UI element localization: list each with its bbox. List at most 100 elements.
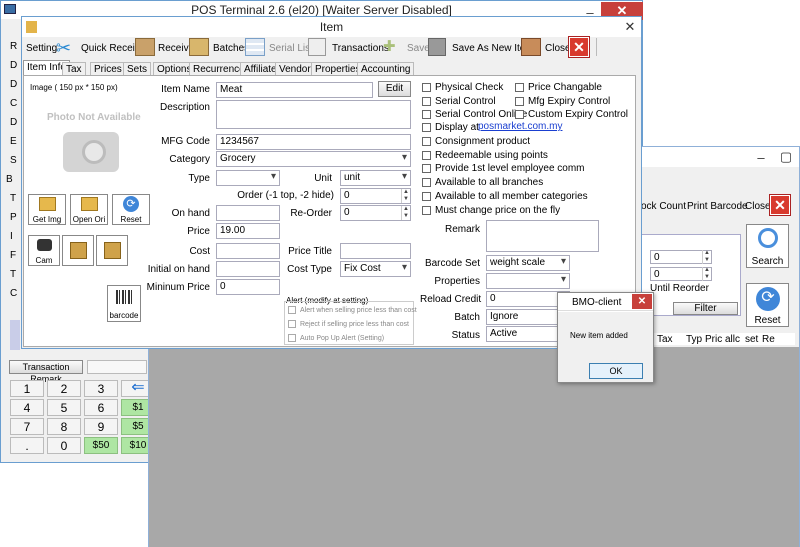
minimum-price-input[interactable]: 0 (216, 279, 280, 295)
key-0[interactable]: 0 (47, 437, 81, 454)
key-6[interactable]: 6 (84, 399, 118, 416)
all-member-categories-checkbox[interactable]: Available to all member categories (422, 191, 588, 202)
transactions-button[interactable]: Transactions (332, 43, 389, 55)
item-name-input[interactable]: Meat (216, 82, 373, 98)
category-select[interactable]: Grocery (216, 151, 411, 167)
key-9[interactable]: 9 (84, 418, 118, 435)
open-ori-button[interactable]: Open Ori (70, 194, 108, 225)
mfg-code-input[interactable]: 1234567 (216, 134, 411, 150)
properties-select[interactable] (486, 273, 570, 289)
dialog-close-button[interactable]: ✕ (632, 294, 652, 309)
price-changable-checkbox[interactable]: Price Changable (515, 82, 602, 93)
custom-expiry-checkbox[interactable]: Custom Expiry Control (515, 109, 628, 120)
photo-not-available: Photo Not Available (47, 112, 141, 123)
key-2[interactable]: 2 (47, 380, 81, 397)
checkbox-box (515, 110, 524, 119)
key-1[interactable]: 1 (10, 380, 44, 397)
serial-control-online-checkbox[interactable]: Serial Control Online (422, 109, 527, 120)
consignment-checkbox[interactable]: Consignment product (422, 136, 530, 147)
barcode-button[interactable]: barcode (107, 285, 141, 322)
serial-control-checkbox[interactable]: Serial Control (422, 96, 496, 107)
display-at-link[interactable]: posmarket.com.my (478, 121, 562, 133)
serial-list-button[interactable]: Serial List (269, 43, 313, 55)
must-change-price-checkbox[interactable]: Must change price on the fly (422, 205, 560, 216)
barcode-set-select[interactable]: weight scale (486, 255, 570, 271)
mfg-expiry-checkbox[interactable]: Mfg Expiry Control (515, 96, 610, 107)
cost-type-select[interactable]: Fix Cost (340, 261, 411, 277)
employee-comm-checkbox[interactable]: Provide 1st level employee comm (422, 163, 585, 174)
key-3[interactable]: 3 (84, 380, 118, 397)
stock-maximize-button[interactable]: ▢ (773, 147, 799, 167)
alert-when-less-checkbox[interactable]: Alert when selling price less than cost (288, 306, 417, 314)
image-reset-button[interactable]: ⟳ Reset (112, 194, 150, 225)
stock-spin-2[interactable]: ▲ ▼ (702, 267, 711, 281)
alert-item-text: Reject if selling price less than cost (300, 320, 409, 328)
item-close-button[interactable]: ✕ (619, 17, 641, 37)
left-letter: D (10, 60, 18, 71)
setting-button[interactable]: Setting (26, 43, 57, 55)
transaction-remark-button[interactable]: Transaction Remark (9, 360, 83, 384)
display-at-checkbox[interactable]: Display at (422, 122, 479, 133)
stock-grid[interactable] (149, 347, 799, 547)
floppy-icon[interactable] (428, 38, 446, 56)
stock-minimize-button[interactable]: – (749, 147, 773, 167)
unit-select[interactable]: unit (340, 170, 411, 186)
get-img-button[interactable]: Get Img (28, 194, 66, 225)
tab-prices[interactable]: Prices (90, 62, 126, 76)
physical-check-checkbox[interactable]: Physical Check (422, 82, 503, 93)
tab-accounting[interactable]: Accounting (357, 62, 415, 76)
key-7[interactable]: 7 (10, 418, 44, 435)
edit-button[interactable]: Edit (378, 81, 411, 97)
stock-close-icon[interactable]: ✕ (770, 195, 790, 215)
price-title-input[interactable] (340, 243, 411, 259)
tab-vendor[interactable]: Vendor (275, 62, 315, 76)
image-tool-button-1[interactable] (62, 235, 94, 266)
batches-button[interactable]: Batches (213, 43, 249, 55)
remark-input[interactable] (486, 220, 599, 252)
remark-field[interactable] (87, 360, 147, 374)
close-button-label[interactable]: Close (545, 43, 571, 55)
search-button[interactable]: Search (746, 224, 789, 268)
stock-reset-button[interactable]: ⟳ Reset (746, 283, 789, 327)
tab-tax[interactable]: Tax (62, 62, 86, 76)
key-5[interactable]: 5 (47, 399, 81, 416)
tools-icon[interactable]: ✂ (56, 38, 76, 58)
description-label: Description (159, 102, 210, 113)
key-8[interactable]: 8 (47, 418, 81, 435)
key-4[interactable]: 4 (10, 399, 44, 416)
reject-if-less-checkbox[interactable]: Reject if selling price less than cost (288, 320, 409, 328)
price-input[interactable]: 19.00 (216, 223, 280, 239)
cost-input[interactable] (216, 243, 280, 259)
dialog-ok-button[interactable]: OK (589, 363, 643, 379)
serial-list-icon[interactable] (245, 38, 265, 56)
auto-popup-alert-checkbox[interactable]: Auto Pop Up Alert (Setting) (288, 334, 384, 342)
pos-left-panel: R D D C D E S B T P I F T C (4, 36, 20, 356)
order-spin[interactable]: ▲ ▼ (401, 189, 410, 203)
stock-close-button[interactable]: Close (745, 201, 771, 213)
type-select[interactable] (216, 170, 280, 186)
key-dot[interactable]: . (10, 437, 44, 454)
stock-spin-1[interactable]: ▲ ▼ (702, 250, 711, 264)
cam-button[interactable]: Cam (28, 235, 60, 266)
cost-label: Cost (189, 246, 210, 257)
save-button[interactable]: Save (407, 43, 430, 55)
box-icon[interactable] (135, 38, 155, 56)
save-disabled-icon[interactable]: ✚ (383, 38, 403, 56)
close-box-icon[interactable] (521, 38, 541, 56)
close-x-icon[interactable]: ✕ (569, 37, 589, 57)
on-hand-input[interactable] (216, 205, 280, 221)
description-input[interactable] (216, 100, 411, 129)
money-key-50[interactable]: $50 (84, 437, 118, 454)
transactions-icon[interactable] (308, 38, 326, 56)
checkbox-box (422, 206, 431, 215)
stock-count-button[interactable]: ock Count (641, 201, 686, 213)
print-barcode-button[interactable]: Print Barcode (687, 201, 748, 213)
redeemable-checkbox[interactable]: Redeemable using points (422, 150, 548, 161)
batches-icon[interactable] (189, 38, 209, 56)
filter-button[interactable]: Filter (673, 302, 738, 315)
initial-on-hand-input[interactable] (216, 261, 280, 277)
all-branches-checkbox[interactable]: Available to all branches (422, 177, 543, 188)
reorder-spin[interactable]: ▲ ▼ (401, 206, 410, 220)
image-tool-button-2[interactable] (96, 235, 128, 266)
tab-sets[interactable]: Sets (123, 62, 152, 76)
